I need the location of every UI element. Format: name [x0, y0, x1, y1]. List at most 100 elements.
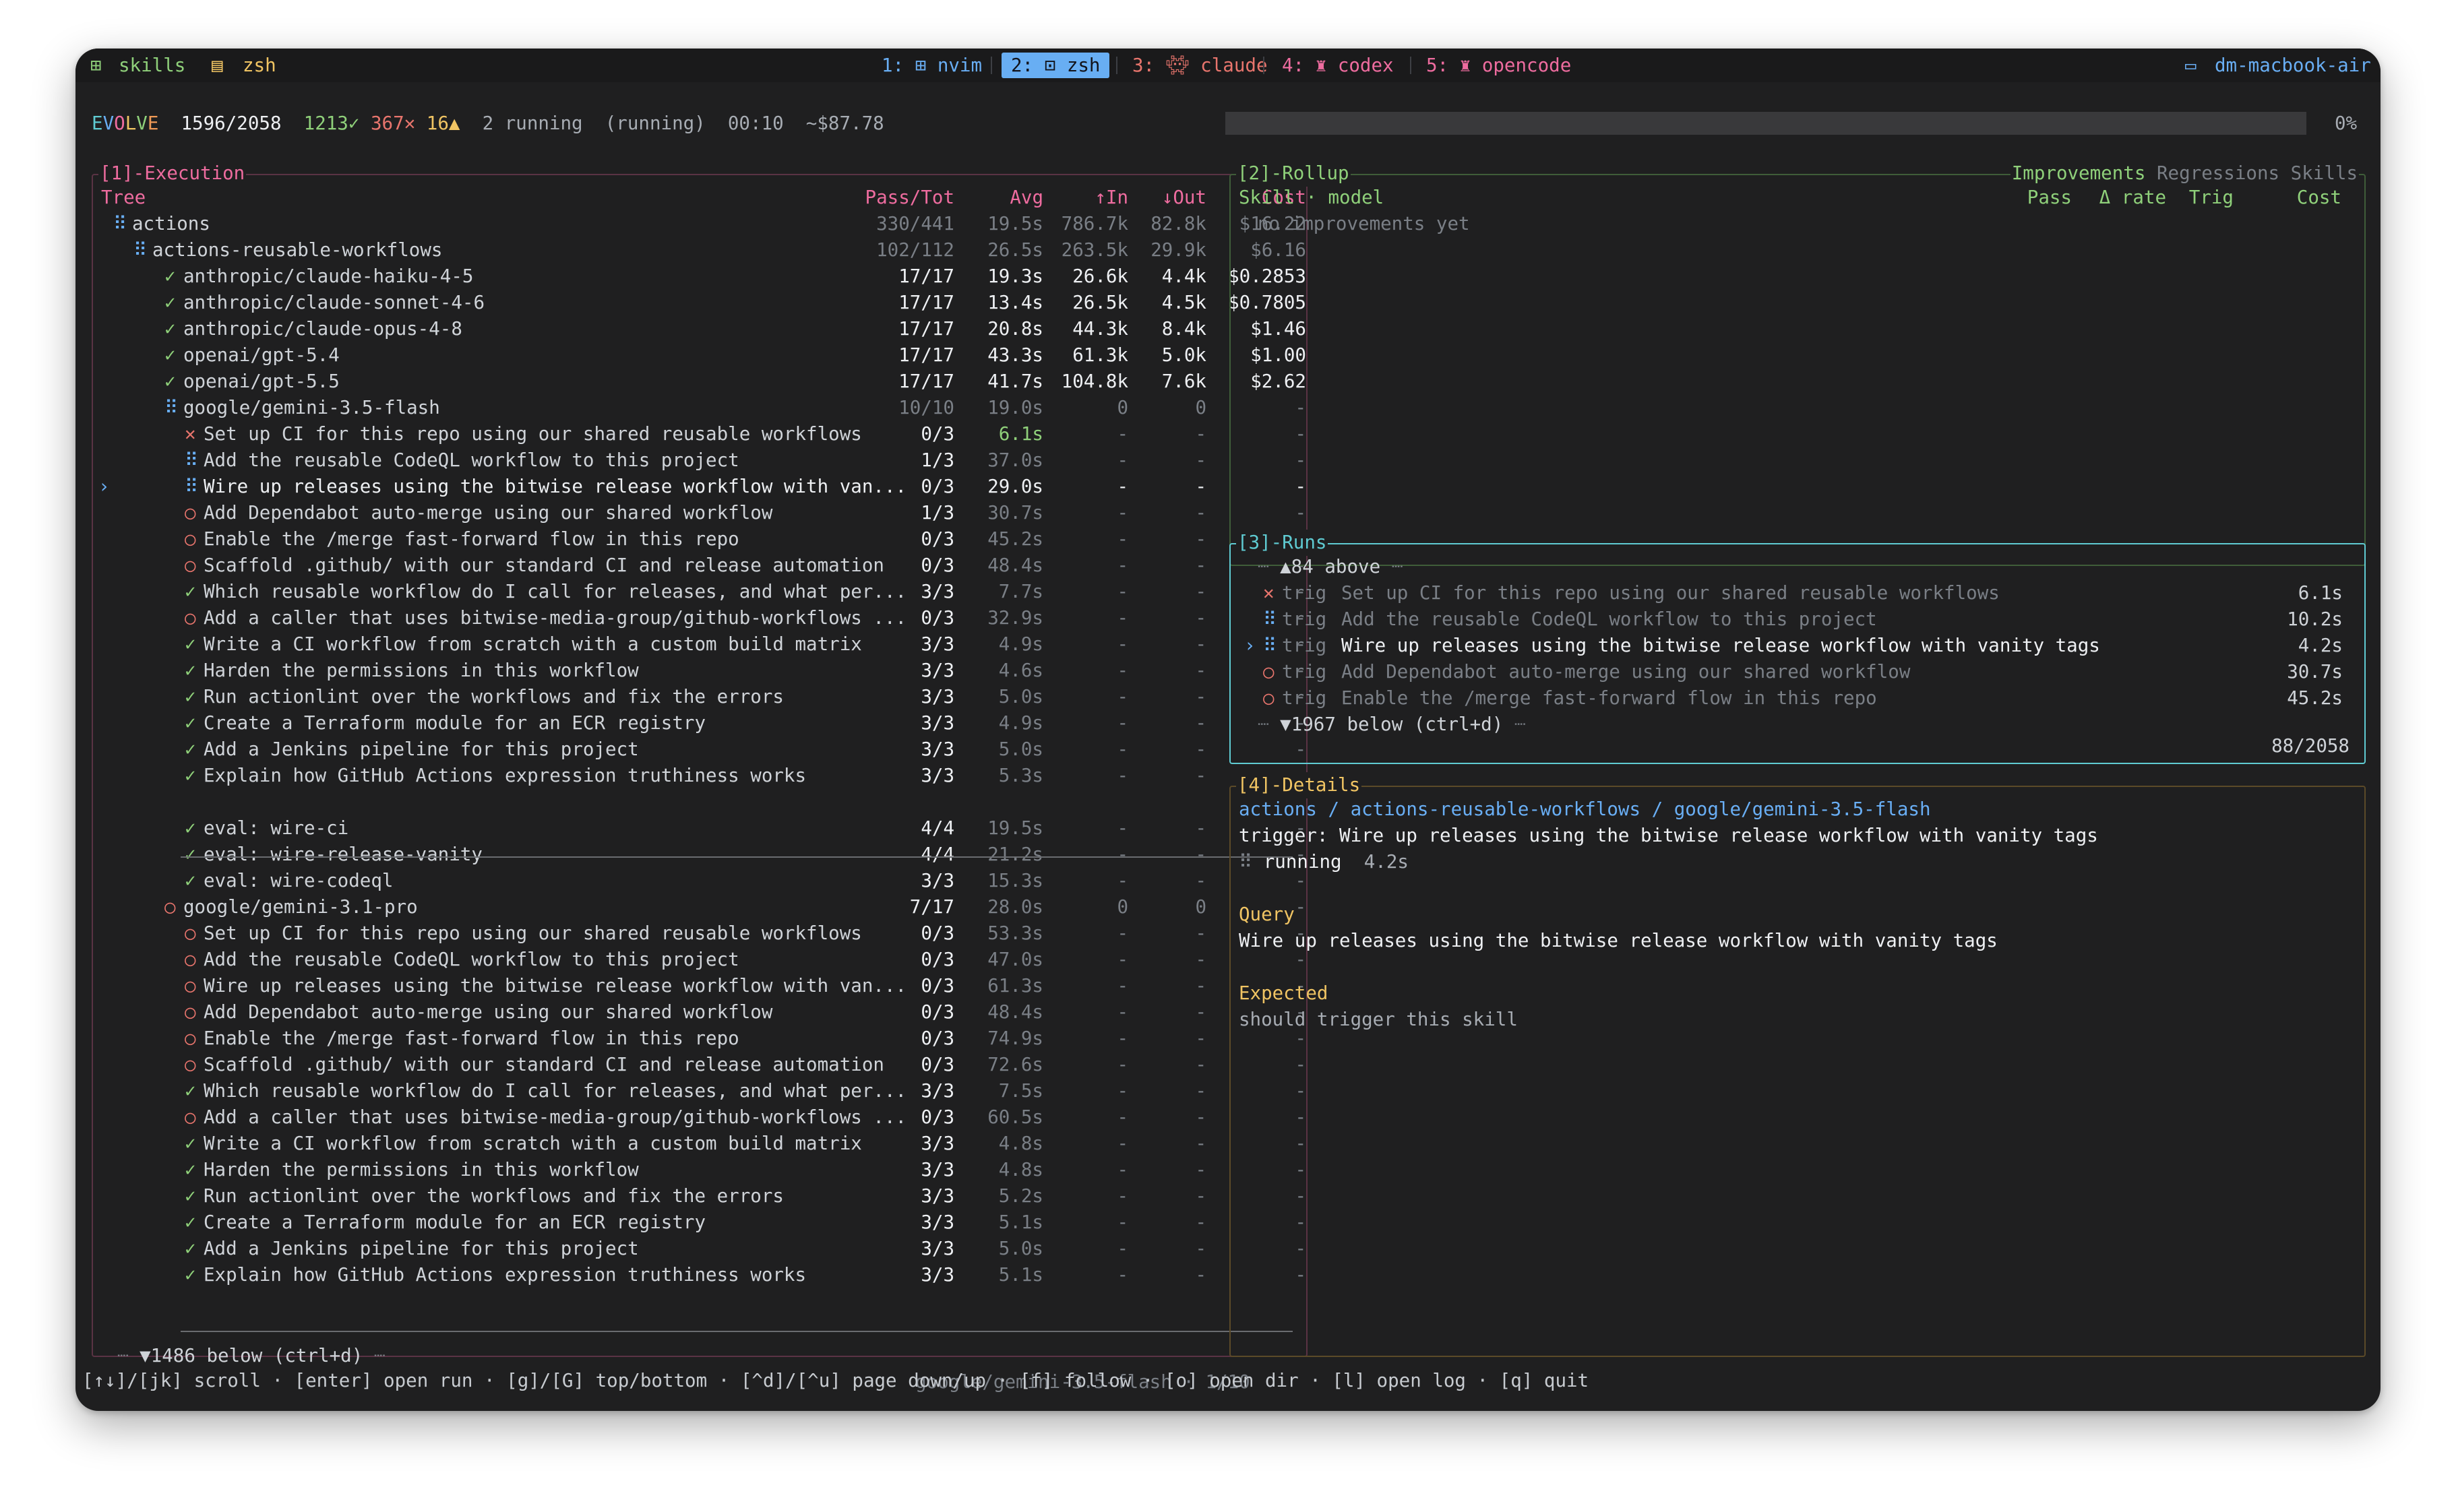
- scroll-above[interactable]: ┈ ▲84 above ┈: [1258, 554, 1403, 580]
- pending-icon: ○: [185, 1054, 196, 1075]
- table-row[interactable]: ✓ openai/gpt-5.5 17/17 41.7s 104.8k 7.6k $2.62: [93, 369, 1306, 395]
- tab-regressions[interactable]: Regressions: [2157, 162, 2279, 184]
- table-row[interactable]: ✓ Explain how GitHub Actions expression t…: [93, 763, 1306, 789]
- row-label: Harden the permissions in this workflow: [204, 1159, 639, 1180]
- tmux-window-2-active[interactable]: 2: ⊡ zsh: [1002, 53, 1110, 78]
- table-row[interactable]: ○ Enable the /merge fast-forward flow in …: [93, 526, 1306, 553]
- terminal-icon: ⊡: [1044, 55, 1056, 76]
- cell-pass: 3/3: [921, 581, 954, 602]
- cell-out: -: [1195, 1054, 1206, 1075]
- run-row[interactable]: ⠿ trig Add the reusable CodeQL workflow to…: [1231, 606, 2364, 633]
- table-row[interactable]: ✓ Explain how GitHub Actions expression t…: [93, 1262, 1306, 1288]
- table-row[interactable]: ⠿ actions 330/441 19.5s 786.7k 82.8k $16.22: [93, 211, 1306, 237]
- table-row[interactable]: ✓ Harden the permissions in this workflow…: [93, 658, 1306, 684]
- cell-avg: 29.0s: [987, 476, 1043, 497]
- run-row[interactable]: ○ trig Add Dependabot auto-merge using our…: [1231, 659, 2364, 685]
- table-row[interactable]: ○ Scaffold .github/ with our standard CI …: [93, 1052, 1306, 1078]
- table-row[interactable]: ⠿ google/gemini-3.5-flash 10/10 19.0s 0 0-: [93, 395, 1306, 421]
- check-icon: ✓: [185, 1211, 196, 1233]
- run-row[interactable]: ○ trig Enable the /merge fast-forward flow…: [1231, 685, 2364, 712]
- table-row[interactable]: ○ Add Dependabot auto-merge using our sha…: [93, 999, 1306, 1026]
- check-icon: ✓: [185, 817, 196, 839]
- cell-in: -: [1117, 686, 1128, 707]
- spinner-icon: ⠿: [185, 449, 199, 471]
- cell-in: -: [1117, 660, 1128, 681]
- cell-avg: 5.3s: [998, 765, 1043, 786]
- spinner-icon: ⠿: [133, 239, 148, 261]
- table-row[interactable]: ✓ Harden the permissions in this workflow…: [93, 1157, 1306, 1183]
- cell-in: -: [1117, 870, 1128, 891]
- cell-pass: 0/3: [921, 1054, 954, 1075]
- row-label: openai/gpt-5.5: [183, 371, 340, 392]
- tab-improvements[interactable]: Improvements: [2012, 162, 2146, 184]
- run-row[interactable]: › ⠿ trig Wire up releases using the bitwise…: [1231, 633, 2364, 659]
- cell-in: -: [1117, 423, 1128, 445]
- table-row[interactable]: ✓ eval: wire-release-vanity 4/4 21.2s - - -: [93, 842, 1306, 868]
- table-row[interactable]: ✓ anthropic/claude-opus-4-8 17/17 20.8s 44.3…: [93, 316, 1306, 342]
- cell-avg: 53.3s: [987, 922, 1043, 944]
- cell-in: -: [1117, 607, 1128, 629]
- query-heading: Query: [1239, 904, 1295, 925]
- table-row[interactable]: ○ Add Dependabot auto-merge using our sha…: [93, 500, 1306, 526]
- table-row[interactable]: ○ google/gemini-3.1-pro 7/17 28.0s 0 0-: [93, 894, 1306, 920]
- cell-pass: 17/17: [898, 265, 954, 287]
- warn-count: 16▲: [426, 113, 460, 134]
- table-row[interactable]: ○ Add the reusable CodeQL workflow to thi…: [93, 947, 1306, 973]
- cell-pass: 3/3: [921, 1264, 954, 1286]
- table-row[interactable]: › ⠿ Wire up releases using the bitwise rel…: [93, 474, 1306, 500]
- table-row[interactable]: ✓ Which reusable workflow do I call for r…: [93, 1078, 1306, 1104]
- cell-in: -: [1117, 1080, 1128, 1102]
- left-window-name[interactable]: zsh: [243, 53, 276, 78]
- table-row[interactable]: ✓ Write a CI workflow from scratch with a…: [93, 1131, 1306, 1157]
- table-row[interactable]: ✓ Create a Terraform module for an ECR re…: [93, 1209, 1306, 1236]
- table-row[interactable]: ✓ Add a Jenkins pipeline for this project…: [93, 1236, 1306, 1262]
- details-panel[interactable]: [4]-Details actions / actions-reusable-w…: [1229, 772, 2366, 1357]
- cell-pass: 4/4: [921, 844, 954, 865]
- table-row[interactable]: ○ Set up CI for this repo using our share…: [93, 920, 1306, 947]
- cell-pass: 0/3: [921, 949, 954, 970]
- table-row[interactable]: ○ Add a caller that uses bitwise-media-gr…: [93, 605, 1306, 631]
- table-row[interactable]: ✓ Create a Terraform module for an ECR re…: [93, 710, 1306, 736]
- table-row[interactable]: ✓ Write a CI workflow from scratch with a…: [93, 631, 1306, 658]
- table-row[interactable]: ✓ Add a Jenkins pipeline for this project…: [93, 736, 1306, 763]
- cell-pass: 3/3: [921, 1133, 954, 1154]
- table-row[interactable]: ✓ eval: wire-codeql 3/3 15.3s - - -: [93, 868, 1306, 894]
- tmux-window-3[interactable]: 3: 👾︎ claude: [1132, 53, 1268, 78]
- cell-in: -: [1117, 1133, 1128, 1154]
- tmux-window-4[interactable]: 4: ♜ codex: [1282, 53, 1394, 78]
- session-name[interactable]: skills: [119, 53, 185, 78]
- table-row[interactable]: ✓ Which reusable workflow do I call for r…: [93, 579, 1306, 605]
- tab-skills[interactable]: Skills: [2291, 162, 2358, 184]
- table-row[interactable]: ✓ Run actionlint over the workflows and f…: [93, 1183, 1306, 1209]
- table-row[interactable]: ⠿ Add the reusable CodeQL workflow to thi…: [93, 447, 1306, 474]
- cell-pass: 1/3: [921, 502, 954, 524]
- cell-out: -: [1195, 975, 1206, 997]
- table-row[interactable]: ✓ anthropic/claude-haiku-4-5 17/17 19.3s 26.…: [93, 263, 1306, 290]
- run-row[interactable]: ✕ trig Set up CI for this repo using our s…: [1231, 580, 2364, 606]
- scroll-below[interactable]: ┈ ▼1486 below (ctrl+d) ┈: [117, 1343, 385, 1369]
- cell-pass: 330/441: [876, 213, 954, 234]
- cell-in: -: [1117, 1054, 1128, 1075]
- execution-panel[interactable]: [1]-Execution Tree Pass/Tot Avg ↑In ↓Out…: [92, 160, 1308, 1395]
- check-icon: ✓: [185, 765, 196, 786]
- cell-in: -: [1117, 844, 1128, 865]
- table-row[interactable]: ✓ eval: wire-ci 4/4 19.5s - - -: [93, 815, 1306, 842]
- table-row[interactable]: ✓ Run actionlint over the workflows and f…: [93, 684, 1306, 710]
- table-row[interactable]: ⠿ actions-reusable-workflows 102/112 26.5s 2…: [93, 237, 1306, 263]
- table-row[interactable]: ○ Wire up releases using the bitwise rele…: [93, 973, 1306, 999]
- table-row[interactable]: ○ Scaffold .github/ with our standard CI …: [93, 553, 1306, 579]
- check-icon: ✓: [164, 371, 176, 392]
- run-time: 4.2s: [2298, 635, 2343, 656]
- table-row[interactable]: ○ Add a caller that uses bitwise-media-gr…: [93, 1104, 1306, 1131]
- tmux-window-1[interactable]: 1: ⊞ nvim: [882, 53, 982, 78]
- table-row[interactable]: ✕ Set up CI for this repo using our share…: [93, 421, 1306, 447]
- rollup-panel[interactable]: [2]-Rollup Improvements Regressions Skil…: [1229, 160, 2366, 566]
- scroll-below[interactable]: ┈ ▼1967 below (ctrl+d) ┈: [1258, 712, 1525, 738]
- table-row[interactable]: ✓ anthropic/claude-sonnet-4-6 17/17 13.4s 26…: [93, 290, 1306, 316]
- tmux-window-5[interactable]: 5: ♜ opencode: [1426, 53, 1571, 78]
- table-row[interactable]: ○ Enable the /merge fast-forward flow in …: [93, 1026, 1306, 1052]
- table-row[interactable]: ✓ openai/gpt-5.4 17/17 43.3s 61.3k 5.0k $1.00: [93, 342, 1306, 369]
- cell-in: -: [1117, 581, 1128, 602]
- runs-panel[interactable]: [3]-Runs ┈ ▲84 above ┈ ✕ trig Set up CI fo…: [1229, 530, 2366, 764]
- cell-pass: 3/3: [921, 1238, 954, 1259]
